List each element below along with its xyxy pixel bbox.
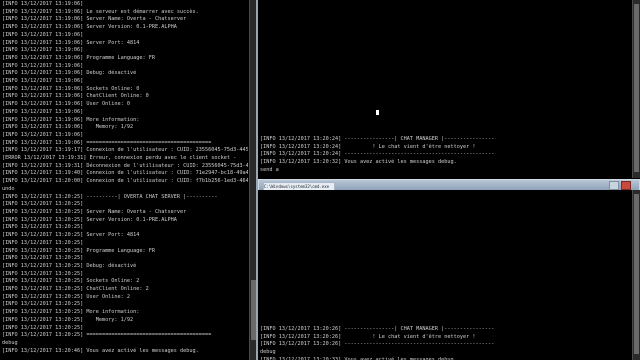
console-line: [INFO 13/12/2017 13:20:25] xyxy=(2,324,84,331)
console-line: [INFO 13/12/2017 13:20:25] xyxy=(2,270,84,277)
console-line: [INFO 13/12/2017 13:19:40] Connexion de … xyxy=(2,170,248,177)
console-line: send a xyxy=(260,166,279,173)
console-line: [INFO 13/12/2017 13:19:06] Sockets Onlin… xyxy=(2,85,140,92)
console-line: [INFO 13/12/2017 13:19:06] Memory: 1/92 xyxy=(2,124,134,131)
console-line: [INFO 13/12/2017 13:19:06] Programme Lan… xyxy=(2,54,156,61)
console-line: [INFO 13/12/2017 13:19:31] Déconnexion d… xyxy=(2,162,248,169)
console-line: debug xyxy=(2,339,18,346)
console-line: [INFO 13/12/2017 13:20:25] Memory: 1/92 xyxy=(2,316,134,323)
top-right-scrollbar[interactable] xyxy=(632,0,640,178)
console-line: [INFO 13/12/2017 13:20:25] xyxy=(2,301,84,308)
console-line: [INFO 13/12/2017 13:20:25] xyxy=(2,201,84,208)
console-line: [INFO 13/12/2017 13:20:25] Server Port: … xyxy=(2,232,140,239)
console-line: [INFO 13/12/2017 13:20:25] Sockets Onlin… xyxy=(2,278,140,285)
bottom-right-console-output: [INFO 13/12/2017 13:20:26] -------------… xyxy=(260,326,494,360)
console-line: [INFO 13/12/2017 13:20:25] Server Name: … xyxy=(2,208,187,215)
top-right-console[interactable]: [INFO 13/12/2017 13:20:24] -------------… xyxy=(258,0,632,178)
console-line: [INFO 13/12/2017 13:20:00] Connexion de … xyxy=(2,178,248,185)
console-line: [INFO 13/12/2017 13:20:26] -------------… xyxy=(260,326,495,332)
console-line: [INFO 13/12/2017 13:20:24] -------------… xyxy=(260,151,495,158)
console-line: [INFO 13/12/2017 13:20:25] More informat… xyxy=(2,309,140,316)
console-line: [INFO 13/12/2017 13:20:26] -------------… xyxy=(260,341,495,348)
bottom-right-scrollbar-thumb[interactable] xyxy=(634,194,639,354)
console-line: [INFO 13/12/2017 13:19:06] =============… xyxy=(2,139,212,146)
console-line: [INFO 13/12/2017 13:19:06] User Online: … xyxy=(2,101,131,108)
top-right-scrollbar-thumb[interactable] xyxy=(634,4,639,172)
console-line: [INFO 13/12/2017 13:19:06] xyxy=(2,131,84,138)
console-line: [INFO 13/12/2017 13:19:06] ChatClient On… xyxy=(2,93,149,100)
console-line: [INFO 13/12/2017 13:19:06] xyxy=(2,78,84,85)
console-line: [INFO 13/12/2017 13:19:06] Server Port: … xyxy=(2,39,140,46)
console-line: [INFO 13/12/2017 13:20:25] xyxy=(2,255,84,262)
left-console-output: [INFO 13/12/2017 13:19:06] [INFO 13/12/20… xyxy=(2,1,248,355)
console-line: [INFO 13/12/2017 13:19:06] More informat… xyxy=(2,116,140,123)
console-line: undo xyxy=(2,185,15,192)
console-line: [INFO 13/12/2017 13:20:24] -------------… xyxy=(260,136,495,142)
console-line: [INFO 13/12/2017 13:20:25] User Online: … xyxy=(2,293,131,300)
console-line: [INFO 13/12/2017 13:20:25] Programme Lan… xyxy=(2,247,156,254)
console-line: [ERROR 13/12/2017 13:19:31] Erreur, conn… xyxy=(2,155,237,162)
console-line: [INFO 13/12/2017 13:19:06] xyxy=(2,108,84,115)
console-line: [INFO 13/12/2017 13:19:06] Server Versio… xyxy=(2,24,177,31)
mouse-cursor-icon xyxy=(376,110,379,115)
console-line: [INFO 13/12/2017 13:19:06] xyxy=(2,31,84,38)
console-line: [INFO 13/12/2017 13:20:46] Vous avez act… xyxy=(2,347,199,354)
console-line: [INFO 13/12/2017 13:19:06] xyxy=(2,1,84,7)
console-line: [INFO 13/12/2017 13:19:17] Connexion de … xyxy=(2,147,248,154)
console-line: [INFO 13/12/2017 13:19:06] xyxy=(2,47,84,54)
console-line: [INFO 13/12/2017 13:20:25] =============… xyxy=(2,332,212,339)
console-line: [INFO 13/12/2017 13:20:25] ChatClient On… xyxy=(2,286,149,293)
console-line: [INFO 13/12/2017 13:19:06] Server Name: … xyxy=(2,16,187,23)
bottom-right-console[interactable]: [INFO 13/12/2017 13:20:26] -------------… xyxy=(258,190,632,360)
console-line: [INFO 13/12/2017 13:20:32] Vous avez act… xyxy=(260,159,457,166)
console-line: [INFO 13/12/2017 13:20:25] xyxy=(2,239,84,246)
bottom-right-scrollbar[interactable] xyxy=(632,190,640,360)
console-line: [INFO 13/12/2017 13:19:06] Le serveur es… xyxy=(2,8,199,15)
console-line: [INFO 13/12/2017 13:20:25] xyxy=(2,224,84,231)
minimize-button[interactable] xyxy=(609,181,619,190)
left-console[interactable]: [INFO 13/12/2017 13:19:06] [INFO 13/12/20… xyxy=(0,0,248,360)
console-line: [INFO 13/12/2017 13:20:25] Debug: désact… xyxy=(2,262,137,269)
top-right-console-output: [INFO 13/12/2017 13:20:24] -------------… xyxy=(260,136,494,175)
console-line: debug xyxy=(260,349,276,356)
console-line: [INFO 13/12/2017 13:20:25] Server Versio… xyxy=(2,216,177,223)
console-line: [INFO 13/12/2017 13:20:24] ! Le chat vie… xyxy=(260,143,476,150)
console-line: [INFO 13/12/2017 13:20:26] ! Le chat vie… xyxy=(260,333,476,340)
close-button[interactable] xyxy=(621,181,631,190)
console-line: [INFO 13/12/2017 13:19:06] Debug: désact… xyxy=(2,70,137,77)
console-line: [INFO 13/12/2017 13:20:25] ----------| O… xyxy=(2,193,218,200)
